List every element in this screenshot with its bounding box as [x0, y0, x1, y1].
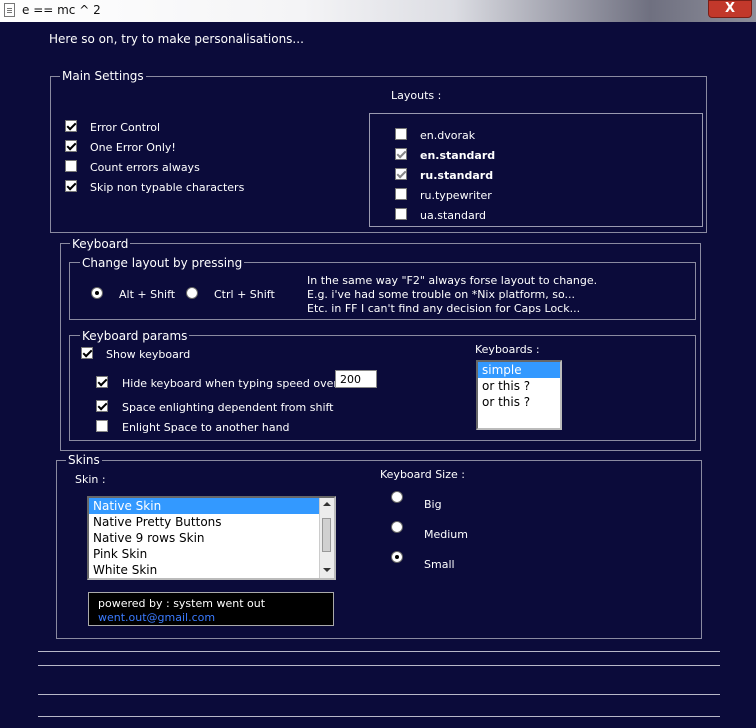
layout-ru-standard-label: ru.standard	[420, 169, 494, 182]
show-keyboard-label: Show keyboard	[106, 348, 191, 361]
ctrl-shift-label: Ctrl + Shift	[214, 288, 275, 301]
show-keyboard-checkbox[interactable]	[81, 347, 93, 359]
separator-line	[38, 694, 720, 695]
alt-shift-radio[interactable]	[91, 287, 103, 299]
skin-option[interactable]: Native 9 rows Skin	[89, 530, 334, 546]
size-big-radio[interactable]	[391, 491, 403, 503]
keyboards-list[interactable]: simple or this ? or this ?	[476, 360, 562, 430]
one-error-label: One Error Only!	[90, 141, 176, 154]
size-medium-label: Medium	[424, 528, 468, 541]
layout-ua-standard-label: ua.standard	[420, 209, 486, 222]
skin-label: Skin :	[75, 473, 106, 486]
skip-nontypable-label: Skip non typable characters	[90, 181, 245, 194]
size-small-radio[interactable]	[391, 551, 403, 563]
keyboard-size-label: Keyboard Size :	[380, 468, 465, 481]
close-button[interactable]: X	[708, 0, 752, 18]
skin-option[interactable]: White Skin	[89, 562, 334, 578]
layout-en-dvorak-checkbox[interactable]	[395, 128, 407, 140]
size-small-label: Small	[424, 558, 455, 571]
hide-keyboard-label: Hide keyboard when typing speed over :	[122, 377, 346, 390]
layout-en-dvorak-label: en.dvorak	[420, 129, 476, 142]
layout-ru-typewriter-label: ru.typewriter	[420, 189, 492, 202]
space-enlighting-label: Space enlighting dependent from shift	[122, 401, 334, 414]
skin-option[interactable]: Native Pretty Buttons	[89, 514, 334, 530]
skins-scrollbar[interactable]	[319, 498, 334, 578]
credits-box: powered by : system went out went.out@gm…	[88, 592, 334, 626]
enlight-space-checkbox[interactable]	[96, 420, 108, 432]
keyboard-option[interactable]: or this ?	[478, 378, 560, 394]
scroll-up-icon[interactable]	[323, 502, 331, 506]
skip-nontypable-checkbox[interactable]	[65, 180, 77, 192]
layout-note-line-3: Etc. in FF I can't find any decision for…	[307, 302, 581, 315]
layout-ru-typewriter-checkbox[interactable]	[395, 188, 407, 200]
count-errors-checkbox[interactable]	[65, 160, 77, 172]
layouts-label: Layouts :	[391, 89, 442, 102]
title-bar: e == mc ^ 2 X	[0, 0, 756, 22]
scroll-thumb[interactable]	[322, 518, 331, 552]
one-error-checkbox[interactable]	[65, 140, 77, 152]
error-control-label: Error Control	[90, 121, 161, 134]
skin-option[interactable]: Pink Skin	[89, 546, 334, 562]
main-settings-legend: Main Settings	[60, 69, 146, 83]
count-errors-label: Count errors always	[90, 161, 200, 174]
intro-text: Here so on, try to make personalisations…	[49, 32, 304, 46]
separator-line	[38, 665, 720, 666]
layout-en-standard-label: en.standard	[420, 149, 496, 162]
keyboard-params-legend: Keyboard params	[80, 329, 190, 343]
email-link[interactable]: went.out@gmail.com	[98, 611, 215, 624]
powered-by-text: powered by : system went out	[98, 597, 266, 610]
change-layout-legend: Change layout by pressing	[80, 256, 245, 270]
layout-note-line-2: E.g. i've had some trouble on *Nix platf…	[307, 288, 575, 301]
space-enlighting-checkbox[interactable]	[96, 400, 108, 412]
skin-option[interactable]: Native Skin	[89, 498, 320, 514]
scroll-down-icon[interactable]	[323, 568, 331, 572]
speed-input[interactable]	[335, 370, 377, 388]
enlight-space-label: Enlight Space to another hand	[122, 421, 290, 434]
layout-ua-standard-checkbox[interactable]	[395, 208, 407, 220]
size-medium-radio[interactable]	[391, 521, 403, 533]
layout-note-line-1: In the same way "F2" always forse layout…	[307, 274, 598, 287]
keyboards-label: Keyboards :	[475, 343, 540, 356]
skins-list[interactable]: Native Skin Native Pretty Buttons Native…	[87, 496, 336, 580]
keyboard-option[interactable]: or this ?	[478, 394, 560, 410]
size-big-label: Big	[424, 498, 442, 511]
separator-line	[38, 716, 720, 717]
skins-legend: Skins	[66, 453, 102, 467]
window-title: e == mc ^ 2	[22, 3, 101, 17]
ctrl-shift-radio[interactable]	[186, 287, 198, 299]
layout-en-standard-checkbox[interactable]	[395, 148, 407, 160]
hide-keyboard-checkbox[interactable]	[96, 376, 108, 388]
separator-line	[38, 651, 720, 652]
keyboard-legend: Keyboard	[70, 237, 131, 251]
layout-ru-standard-checkbox[interactable]	[395, 168, 407, 180]
alt-shift-label: Alt + Shift	[119, 288, 176, 301]
keyboard-option[interactable]: simple	[478, 362, 560, 378]
document-icon	[4, 3, 15, 17]
error-control-checkbox[interactable]	[65, 120, 77, 132]
